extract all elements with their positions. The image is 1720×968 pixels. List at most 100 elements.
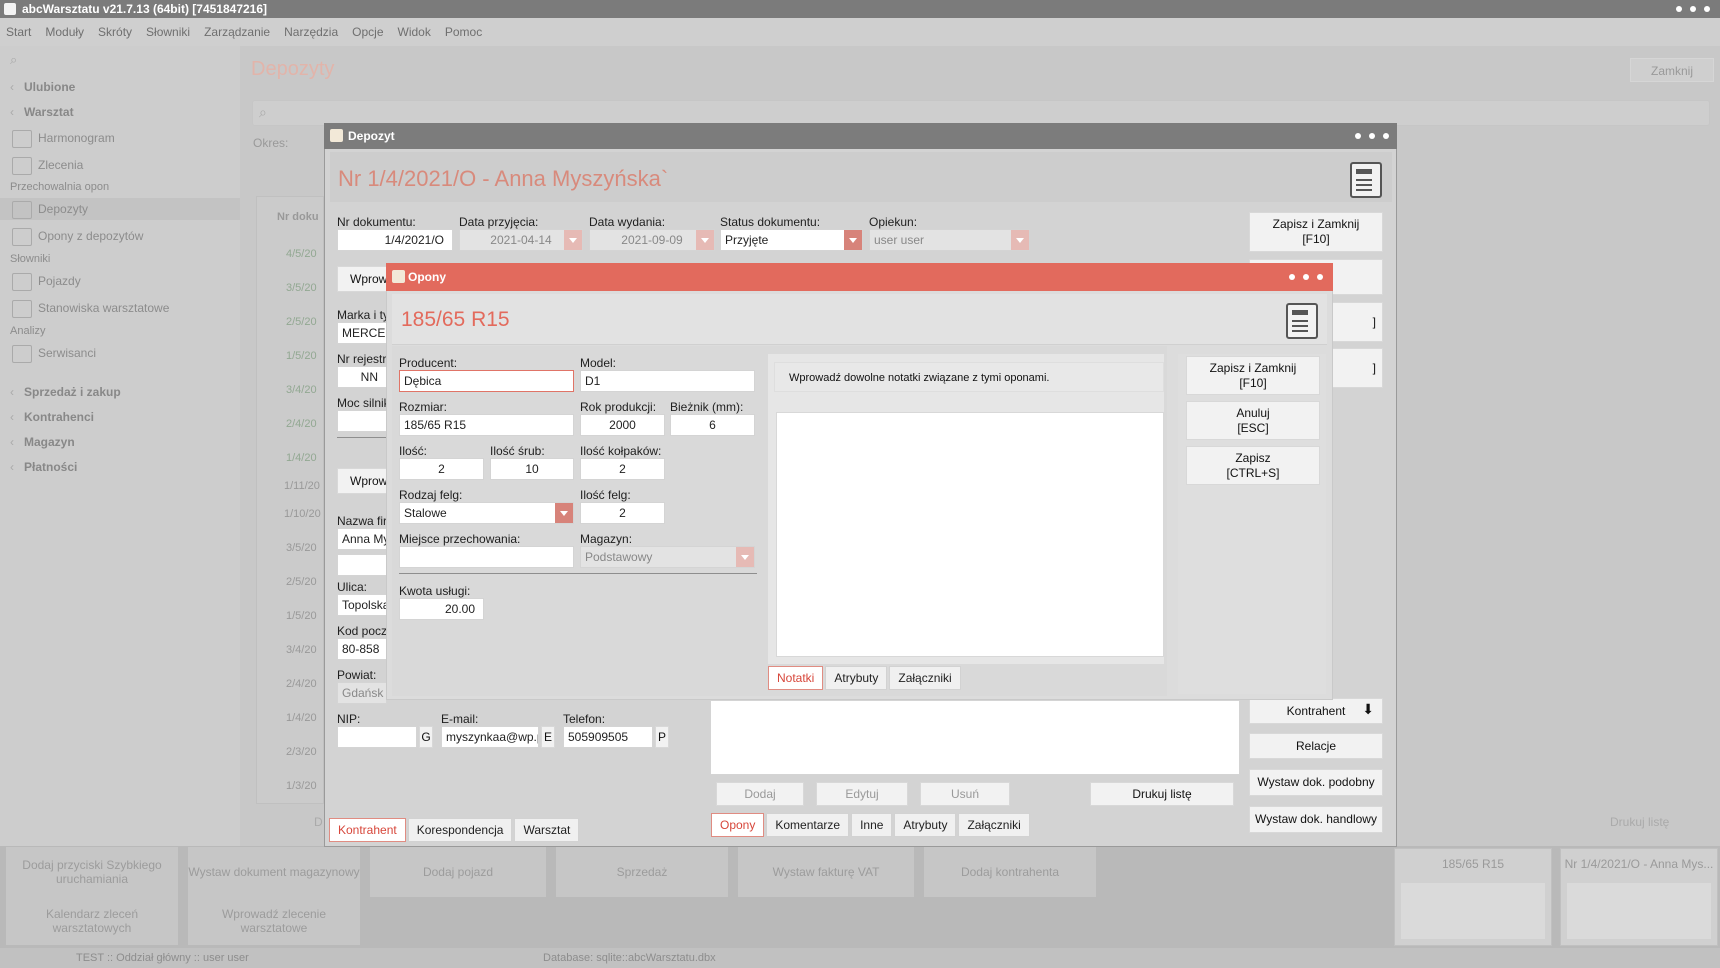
tab-komentarze[interactable]: Komentarze	[766, 813, 850, 837]
producent-field[interactable]: Dębica	[399, 370, 574, 392]
table-row[interactable]: 2/4/20	[286, 418, 317, 430]
menu-skroty[interactable]: Skróty	[98, 25, 132, 39]
quick-add-contractor[interactable]: Dodaj kontrahenta	[924, 847, 1096, 897]
ulica-field[interactable]: Topolska	[337, 594, 387, 616]
ilosc-srub-field[interactable]: 10	[490, 458, 574, 480]
quick-calendar[interactable]: Kalendarz zleceń warsztatowych	[6, 897, 178, 945]
wystaw-podobny-button[interactable]: Wystaw dok. podobny	[1249, 769, 1383, 796]
email-send-button[interactable]: E	[541, 726, 555, 748]
sidebar-item-depozyty[interactable]: Depozyty	[0, 198, 278, 220]
table-row[interactable]: 1/10/20	[284, 508, 321, 520]
quick-magazyn-doc[interactable]: Wystaw dokument magazynowy	[188, 847, 360, 897]
chevron-down-icon[interactable]	[1011, 230, 1029, 250]
tab-atrybuty[interactable]: Atrybuty	[825, 666, 888, 690]
table-row[interactable]: 4/5/20	[286, 248, 317, 260]
quick-sale[interactable]: Sprzedaż	[556, 847, 728, 897]
menu-widok[interactable]: Widok	[398, 25, 431, 39]
sidebar-kontrahenci[interactable]: Kontrahenci	[0, 406, 264, 428]
opony-zapisz-button[interactable]: Zapisz [CTRL+S]	[1186, 446, 1320, 485]
table-row[interactable]: 3/4/20	[286, 644, 317, 656]
sidebar-platnosci[interactable]: Płatności	[0, 456, 264, 478]
quick-add-vehicle[interactable]: Dodaj pojazd	[370, 847, 546, 897]
model-field[interactable]: D1	[580, 370, 755, 392]
nr-dokumentu-field[interactable]: 1/4/2021/O	[337, 229, 453, 251]
sidebar-item-opony-z-depozytow[interactable]: Opony z depozytów	[0, 225, 278, 247]
depozyt-zapisz-zamknij-button[interactable]: Zapisz i Zamknij [F10]	[1249, 212, 1383, 252]
wystaw-handlowy-button[interactable]: Wystaw dok. handlowy	[1249, 806, 1383, 833]
window-thumbnail-depozyt[interactable]: Nr 1/4/2021/O - Anna Mys...	[1560, 848, 1718, 946]
sidebar-ulubione[interactable]: Ulubione	[0, 76, 264, 98]
tab-kontrahent[interactable]: Kontrahent	[329, 818, 406, 842]
chevron-down-icon[interactable]	[736, 547, 754, 567]
moc-silnika-field[interactable]	[337, 410, 387, 432]
tab-inne[interactable]: Inne	[851, 813, 893, 837]
data-przyjecia-field[interactable]: 2021-04-14	[459, 229, 583, 251]
tab-zalaczniki[interactable]: Załączniki	[889, 666, 961, 690]
ilosc-field[interactable]: 2	[399, 458, 484, 480]
close-icon[interactable]	[1383, 133, 1389, 139]
nr-rejestracyjny-field[interactable]: NN	[337, 366, 387, 388]
maximize-icon[interactable]	[1690, 6, 1696, 12]
maximize-icon[interactable]	[1369, 133, 1375, 139]
sidebar-item-zlecenia[interactable]: Zlecenia	[0, 154, 278, 176]
menu-start[interactable]: Start	[6, 25, 31, 39]
menu-moduly[interactable]: Moduły	[45, 25, 84, 39]
sidebar-magazyn[interactable]: Magazyn	[0, 431, 264, 453]
table-row[interactable]: 2/5/20	[286, 316, 317, 328]
table-row[interactable]: 3/5/20	[286, 542, 317, 554]
menu-narzedzia[interactable]: Narzędzia	[284, 25, 338, 39]
nip-field[interactable]	[337, 726, 417, 748]
chevron-down-icon[interactable]	[696, 230, 714, 250]
bieznik-field[interactable]: 6	[670, 414, 755, 436]
opony-zapisz-zamknij-button[interactable]: Zapisz i Zamknij [F10]	[1186, 356, 1320, 395]
table-row[interactable]: 2/4/20	[286, 678, 317, 690]
dodaj-button[interactable]: Dodaj	[716, 782, 804, 806]
menu-slowniki[interactable]: Słowniki	[146, 25, 190, 39]
magazyn-select[interactable]: Podstawowy	[580, 546, 755, 568]
opony-list[interactable]	[710, 700, 1240, 775]
minimize-icon[interactable]	[1355, 133, 1361, 139]
close-button[interactable]: Zamknij	[1630, 58, 1714, 82]
menu-zarzadzanie[interactable]: Zarządzanie	[204, 25, 270, 39]
powiat-field[interactable]: Gdańsk	[337, 682, 387, 704]
window-controls[interactable]	[1676, 6, 1710, 12]
telefon-field[interactable]: 505909505	[563, 726, 653, 748]
drukuj-liste-button[interactable]: Drukuj listę	[1090, 782, 1234, 806]
rok-produkcji-field[interactable]: 2000	[580, 414, 665, 436]
marka-field[interactable]: MERCED	[337, 322, 387, 344]
calculator-icon[interactable]	[1286, 303, 1318, 339]
bg-drukuj-liste[interactable]: Drukuj listę	[1610, 815, 1669, 829]
kod-pocztowy-field[interactable]: 80-858	[337, 638, 387, 660]
telefon-call-button[interactable]: P	[655, 726, 669, 748]
sidebar-item-serwisanci[interactable]: Serwisanci	[0, 342, 278, 364]
opony-anuluj-button[interactable]: Anuluj [ESC]	[1186, 401, 1320, 440]
tab-opony[interactable]: Opony	[711, 813, 765, 837]
ilosc-kolpakow-field[interactable]: 2	[580, 458, 665, 480]
tab-atrybuty[interactable]: Atrybuty	[894, 813, 957, 837]
close-icon[interactable]	[1317, 274, 1323, 280]
quick-order[interactable]: Wprowadź zlecenie warsztatowe	[188, 897, 360, 945]
sidebar-sprzedaz[interactable]: Sprzedaż i zakup	[0, 381, 264, 403]
sidebar-item-harmonogram[interactable]: Harmonogram	[0, 127, 278, 149]
sidebar-item-stanowiska[interactable]: Stanowiska warsztatowe	[0, 297, 278, 319]
calculator-icon[interactable]	[1350, 162, 1382, 198]
notes-textarea[interactable]	[776, 412, 1164, 657]
rodzaj-felg-select[interactable]: Stalowe	[399, 502, 574, 524]
maximize-icon[interactable]	[1303, 274, 1309, 280]
sidebar-warsztat[interactable]: Warsztat	[0, 101, 264, 123]
table-row[interactable]: 1/5/20	[286, 350, 317, 362]
miejsce-przechowania-field[interactable]	[399, 546, 574, 568]
table-row[interactable]: 1/4/20	[286, 712, 317, 724]
nazwa-firmy-field-2[interactable]	[337, 554, 387, 576]
sidebar-item-pojazdy[interactable]: Pojazdy	[0, 270, 278, 292]
chevron-down-icon[interactable]	[564, 230, 582, 250]
table-row[interactable]: 1/3/20	[286, 780, 317, 792]
relacje-button[interactable]: Relacje	[1249, 733, 1383, 759]
quick-invoice[interactable]: Wystaw fakturę VAT	[738, 847, 914, 897]
nip-gus-button[interactable]: G	[419, 726, 433, 748]
quick-add-buttons[interactable]: Dodaj przyciski Szybkiego uruchamiania	[6, 847, 178, 897]
tab-korespondencja[interactable]: Korespondencja	[407, 818, 513, 842]
wprowadz-button-1[interactable]: Wprowa	[337, 266, 394, 292]
depozyt-titlebar[interactable]: Depozyt	[324, 123, 1397, 149]
chevron-down-icon[interactable]	[555, 503, 573, 523]
